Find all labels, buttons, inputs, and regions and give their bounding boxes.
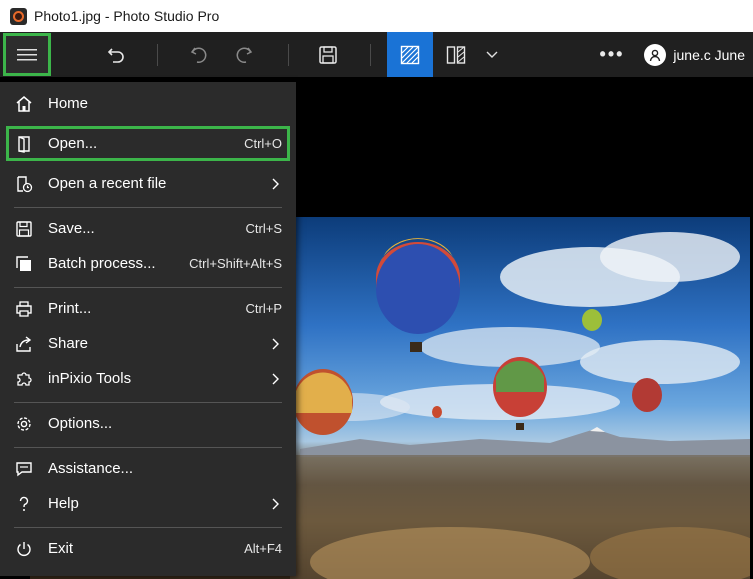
hamburger-menu-button[interactable] (3, 33, 51, 76)
chevron-right-icon (272, 178, 279, 189)
menu-item-label: Help (48, 495, 79, 512)
shortcut-label: Ctrl+O (244, 136, 282, 151)
floppy-disk-icon (319, 45, 337, 64)
menu-separator (14, 207, 282, 208)
undo-icon (190, 47, 207, 63)
menu-item-inpixio-tools[interactable]: inPixio Tools (6, 361, 290, 396)
menu-item-share[interactable]: Share (6, 326, 290, 361)
save-button[interactable] (308, 32, 348, 77)
shortcut-label: Alt+F4 (244, 541, 282, 556)
batch-stack-icon (16, 255, 31, 271)
menu-item-batch-process[interactable]: Batch process... Ctrl+Shift+Alt+S (6, 246, 290, 281)
menu-item-label: Assistance... (48, 460, 134, 477)
share-icon (16, 335, 32, 352)
home-icon (16, 95, 32, 112)
menu-item-label: Save... (48, 220, 95, 237)
menu-item-label: Exit (48, 540, 74, 557)
menu-item-label: inPixio Tools (48, 370, 132, 387)
menu-item-assistance[interactable]: Assistance... (6, 451, 290, 486)
floppy-disk-icon (16, 220, 32, 237)
hatched-square-icon (400, 45, 420, 64)
title-bar: Photo1.jpg - Photo Studio Pro (0, 0, 753, 32)
chat-bubble-icon (16, 461, 32, 476)
shortcut-label: Ctrl+S (245, 221, 282, 236)
split-view-icon (446, 45, 466, 64)
printer-icon (16, 300, 32, 317)
menu-item-label: Print... (48, 300, 92, 317)
chevron-right-icon (272, 338, 279, 349)
menu-item-label: Open... (48, 135, 98, 152)
toolbar: ••• june.c June (0, 32, 753, 77)
toolbar-separator (157, 44, 158, 66)
user-account-button[interactable]: june.c June (644, 32, 745, 77)
power-icon (17, 541, 31, 556)
menu-item-label: Home (48, 95, 89, 112)
undo-button[interactable] (178, 32, 218, 77)
window-title: Photo1.jpg - Photo Studio Pro (34, 8, 220, 24)
redo-button[interactable] (225, 32, 265, 77)
menu-item-label: Options... (48, 415, 113, 432)
menu-item-save[interactable]: Save... Ctrl+S (6, 211, 290, 246)
menu-item-label: Share (48, 335, 89, 352)
chevron-right-icon (272, 498, 279, 509)
redo-icon (236, 47, 253, 63)
menu-item-label: Batch process... (48, 255, 156, 272)
menu-item-help[interactable]: Help (6, 486, 290, 521)
file-menu: Home Open... Ctrl+O Open a recent file S… (0, 82, 296, 576)
toolbar-separator (288, 44, 289, 66)
view-options-dropdown[interactable] (478, 32, 506, 77)
more-options-button[interactable]: ••• (592, 32, 632, 77)
menu-item-home[interactable]: Home (6, 86, 290, 121)
undo-history-button[interactable] (96, 32, 136, 77)
user-avatar-icon (644, 43, 667, 66)
chevron-right-icon (272, 373, 279, 384)
return-arrow-icon (107, 47, 124, 63)
chevron-down-icon (486, 51, 498, 58)
menu-item-open[interactable]: Open... Ctrl+O (6, 126, 290, 161)
menu-separator (14, 527, 282, 528)
hamburger-icon (17, 48, 37, 60)
single-view-button[interactable] (387, 32, 433, 77)
shortcut-label: Ctrl+Shift+Alt+S (189, 256, 282, 271)
open-door-icon (18, 135, 30, 153)
toolbar-separator (370, 44, 371, 66)
menu-item-print[interactable]: Print... Ctrl+P (6, 291, 290, 326)
menu-separator (14, 402, 282, 403)
question-mark-icon (19, 496, 29, 511)
puzzle-piece-icon (17, 371, 32, 386)
more-dots-icon: ••• (599, 44, 625, 64)
menu-item-open-recent[interactable]: Open a recent file (6, 166, 290, 201)
shortcut-label: Ctrl+P (245, 301, 282, 316)
recent-file-icon (17, 175, 33, 192)
gear-icon (17, 416, 31, 431)
menu-separator (14, 447, 282, 448)
menu-item-label: Open a recent file (48, 175, 167, 192)
menu-item-exit[interactable]: Exit Alt+F4 (6, 531, 290, 566)
app-logo-icon (10, 7, 27, 25)
menu-item-options[interactable]: Options... (6, 406, 290, 441)
menu-separator (14, 287, 282, 288)
user-name: june.c June (673, 46, 745, 63)
compare-view-button[interactable] (438, 32, 474, 77)
